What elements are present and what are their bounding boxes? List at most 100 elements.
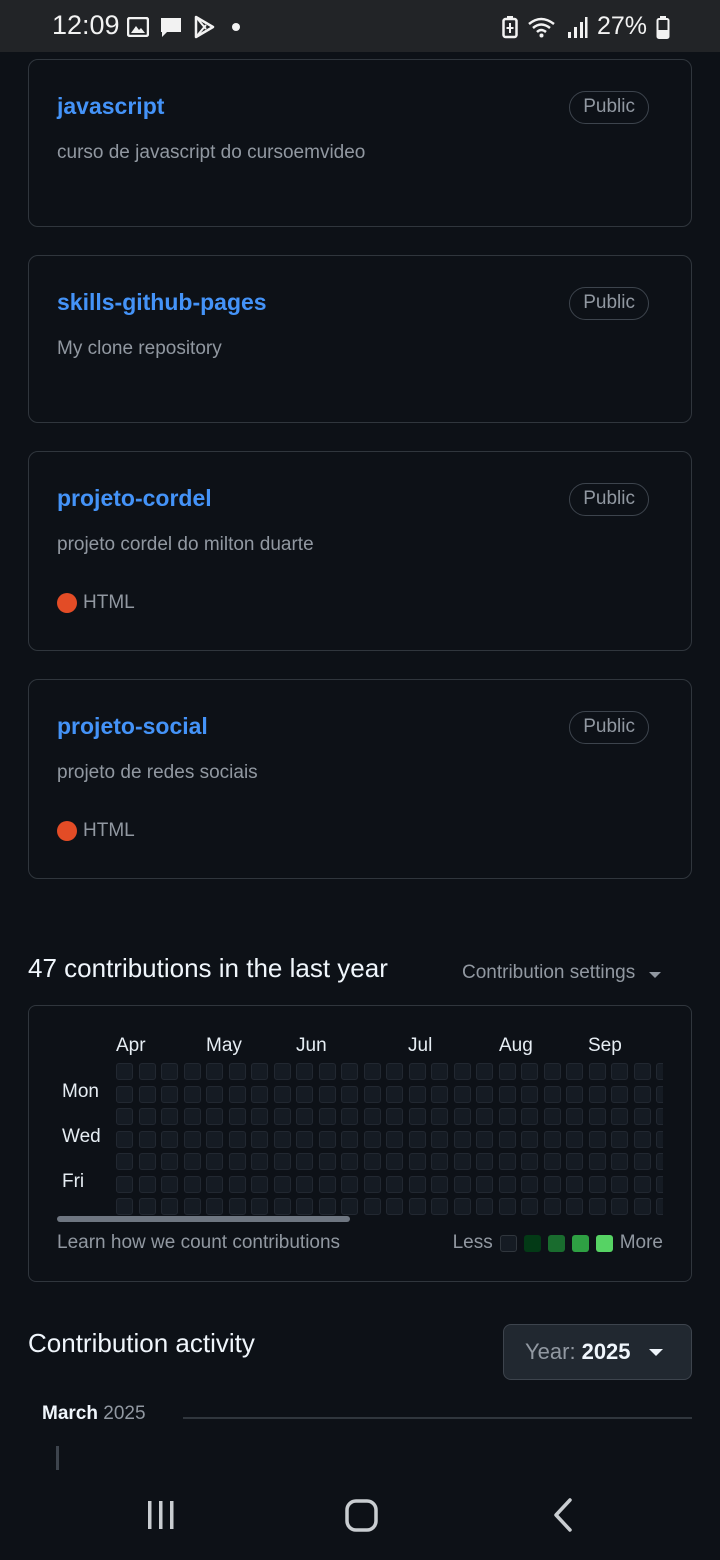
- contribution-cell[interactable]: [341, 1198, 358, 1215]
- contribution-cell[interactable]: [656, 1198, 663, 1215]
- contribution-cell[interactable]: [341, 1063, 358, 1080]
- contribution-cell[interactable]: [566, 1153, 583, 1170]
- contribution-cell[interactable]: [543, 1175, 561, 1193]
- contribution-cell[interactable]: [633, 1153, 651, 1170]
- contribution-cell[interactable]: [296, 1130, 313, 1148]
- contribution-cell[interactable]: [318, 1108, 336, 1125]
- contribution-cell[interactable]: [633, 1063, 651, 1080]
- contribution-cell[interactable]: [273, 1175, 291, 1193]
- contribution-cell[interactable]: [116, 1153, 133, 1170]
- contribution-cell[interactable]: [206, 1085, 223, 1103]
- contribution-cell[interactable]: [318, 1198, 336, 1215]
- contribution-cell[interactable]: [656, 1153, 663, 1170]
- contribution-cell[interactable]: [386, 1085, 403, 1103]
- contribution-cell[interactable]: [611, 1198, 628, 1215]
- contribution-cell[interactable]: [498, 1175, 516, 1193]
- contribution-cell[interactable]: [408, 1198, 426, 1215]
- contribution-cell[interactable]: [251, 1130, 268, 1148]
- contribution-cell[interactable]: [363, 1175, 381, 1193]
- contribution-cell[interactable]: [633, 1198, 651, 1215]
- contribution-cell[interactable]: [543, 1153, 561, 1170]
- contribution-cells[interactable]: [116, 1063, 663, 1221]
- contribution-cell[interactable]: [453, 1130, 471, 1148]
- contribution-cell[interactable]: [363, 1085, 381, 1103]
- contribution-cell[interactable]: [206, 1063, 223, 1080]
- contribution-cell[interactable]: [521, 1175, 538, 1193]
- contribution-cell[interactable]: [251, 1108, 268, 1125]
- contribution-cell[interactable]: [408, 1063, 426, 1080]
- contribution-cell[interactable]: [296, 1063, 313, 1080]
- contribution-cell[interactable]: [476, 1063, 493, 1080]
- contribution-cell[interactable]: [251, 1198, 268, 1215]
- contribution-cell[interactable]: [273, 1108, 291, 1125]
- contribution-cell[interactable]: [273, 1153, 291, 1170]
- contribution-cell[interactable]: [273, 1063, 291, 1080]
- contribution-cell[interactable]: [566, 1198, 583, 1215]
- learn-contributions-link[interactable]: Learn how we count contributions: [57, 1232, 340, 1254]
- repo-card[interactable]: projeto-cordel Public projeto cordel do …: [28, 451, 692, 651]
- contribution-cell[interactable]: [138, 1175, 156, 1193]
- contribution-cell[interactable]: [341, 1153, 358, 1170]
- contribution-cell[interactable]: [386, 1108, 403, 1125]
- repo-name-link[interactable]: skills-github-pages: [57, 289, 267, 316]
- contribution-cell[interactable]: [431, 1063, 448, 1080]
- contribution-cell[interactable]: [611, 1153, 628, 1170]
- contribution-cell[interactable]: [251, 1175, 268, 1193]
- contribution-cell[interactable]: [408, 1130, 426, 1148]
- contribution-cell[interactable]: [611, 1063, 628, 1080]
- repo-card[interactable]: projeto-social Public projeto de redes s…: [28, 679, 692, 879]
- contribution-cell[interactable]: [431, 1175, 448, 1193]
- contribution-cell[interactable]: [138, 1085, 156, 1103]
- contribution-cell[interactable]: [566, 1175, 583, 1193]
- repo-name-link[interactable]: javascript: [57, 93, 164, 120]
- contribution-cell[interactable]: [656, 1063, 663, 1080]
- contribution-cell[interactable]: [161, 1063, 178, 1080]
- contribution-cell[interactable]: [498, 1198, 516, 1215]
- contribution-cell[interactable]: [228, 1198, 246, 1215]
- contribution-cell[interactable]: [521, 1085, 538, 1103]
- contribution-cell[interactable]: [408, 1108, 426, 1125]
- contribution-cell[interactable]: [183, 1108, 201, 1125]
- contribution-cell[interactable]: [588, 1063, 606, 1080]
- contribution-cell[interactable]: [296, 1198, 313, 1215]
- contribution-cell[interactable]: [341, 1108, 358, 1125]
- contribution-cell[interactable]: [296, 1153, 313, 1170]
- contribution-cell[interactable]: [476, 1130, 493, 1148]
- contribution-cell[interactable]: [318, 1085, 336, 1103]
- recent-apps-icon[interactable]: [145, 1495, 177, 1535]
- contribution-cell[interactable]: [318, 1153, 336, 1170]
- contribution-cell[interactable]: [138, 1108, 156, 1125]
- contribution-cell[interactable]: [476, 1085, 493, 1103]
- contribution-cell[interactable]: [273, 1198, 291, 1215]
- contribution-cell[interactable]: [566, 1130, 583, 1148]
- contribution-cell[interactable]: [251, 1153, 268, 1170]
- contribution-cell[interactable]: [206, 1175, 223, 1193]
- contribution-cell[interactable]: [251, 1085, 268, 1103]
- contribution-cell[interactable]: [138, 1153, 156, 1170]
- contribution-cell[interactable]: [566, 1063, 583, 1080]
- contribution-cell[interactable]: [116, 1175, 133, 1193]
- contribution-cell[interactable]: [161, 1153, 178, 1170]
- contribution-cell[interactable]: [611, 1175, 628, 1193]
- contribution-cell[interactable]: [656, 1130, 663, 1148]
- contribution-cell[interactable]: [161, 1085, 178, 1103]
- contribution-cell[interactable]: [431, 1198, 448, 1215]
- contribution-cell[interactable]: [656, 1175, 663, 1193]
- contribution-cell[interactable]: [453, 1085, 471, 1103]
- contribution-cell[interactable]: [588, 1198, 606, 1215]
- contribution-cell[interactable]: [363, 1063, 381, 1080]
- contribution-cell[interactable]: [656, 1085, 663, 1103]
- contribution-cell[interactable]: [273, 1085, 291, 1103]
- contribution-cell[interactable]: [476, 1153, 493, 1170]
- contribution-cell[interactable]: [498, 1063, 516, 1080]
- contribution-cell[interactable]: [318, 1130, 336, 1148]
- contribution-cell[interactable]: [206, 1198, 223, 1215]
- contribution-cell[interactable]: [476, 1108, 493, 1125]
- contribution-settings-dropdown[interactable]: Contribution settings: [462, 962, 662, 984]
- contribution-cell[interactable]: [521, 1108, 538, 1125]
- contribution-cell[interactable]: [566, 1085, 583, 1103]
- contribution-cell[interactable]: [296, 1085, 313, 1103]
- contribution-cell[interactable]: [363, 1198, 381, 1215]
- contribution-cell[interactable]: [183, 1175, 201, 1193]
- contribution-cell[interactable]: [183, 1063, 201, 1080]
